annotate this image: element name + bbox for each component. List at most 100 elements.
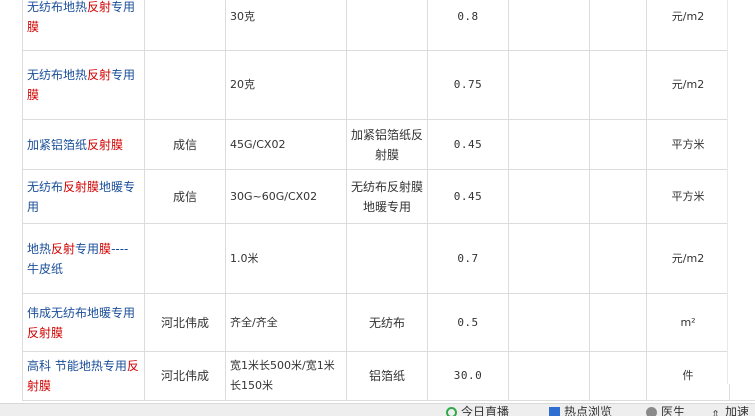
product-name-text: 伟成无纺布地暖专用 (27, 305, 136, 320)
product-name-link[interactable]: 加紧铝箔纸反射膜 (22, 119, 145, 170)
table-row: 加紧铝箔纸反射膜成信45G/CX02加紧铝箔纸反射膜0.45平方米安平 (22, 119, 755, 170)
table-row: 高科 节能地热专用反射膜 河北伟成 宽1米长500米/宽1米长150米 铝箔纸 30.0… (22, 351, 755, 401)
product-name-link[interactable]: 无纺布地热反射专用膜 (22, 0, 145, 51)
product-name-link[interactable]: 地热反射专用膜----牛皮纸 (22, 223, 145, 294)
product-name-highlight: 反射 (51, 241, 76, 256)
spec-cell: 45G/CX02 (225, 119, 347, 170)
empty-cell (589, 223, 647, 294)
material-cell: 无纺布反射膜地暖专用 (346, 169, 428, 224)
product-name-highlight: 膜 (27, 20, 40, 34)
right-edge-strip (727, 0, 755, 384)
spec-cell: 30G~60G/CX02 (225, 169, 347, 224)
product-name-text: 专用 (111, 0, 136, 14)
table-row: 无纺布反射膜地暖专用 成信 30G~60G/CX02 无纺布反射膜地暖专用 0.45 平方… (22, 169, 755, 224)
product-name-text: 无纺布地热 (27, 68, 88, 82)
speed-button[interactable]: ⇕ 加速 (711, 405, 749, 416)
price-cell: 0.45 (427, 119, 509, 170)
empty-cell (589, 169, 647, 224)
empty-cell (589, 50, 647, 120)
table-row: 无纺布地热反射专用膜30克0.8元/m2河北…限责…县） (22, 0, 755, 51)
table-row: 地热反射专用膜----牛皮纸1.0米0.7元/m2河北…限责…县） (22, 223, 755, 294)
product-table: 无纺布地热反射专用膜30克0.8元/m2河北…限责…县）无纺布地热反射专用膜20… (22, 0, 755, 401)
empty-cell (508, 119, 590, 170)
unit-cell: m² (646, 293, 730, 352)
product-name-text: 地暖专 (99, 179, 136, 194)
product-name-link[interactable]: 高科 节能地热专用反射膜 (22, 351, 145, 401)
product-name-link[interactable]: 无纺布反射膜地暖专用 (22, 169, 145, 224)
unit-cell: 元/m2 (646, 50, 730, 120)
unit-cell: 元/m2 (646, 223, 730, 294)
product-name-text: 地热 (27, 241, 52, 256)
brand-cell: 成信 (144, 119, 226, 170)
material-cell (346, 223, 428, 294)
brand-cell: 成信 (144, 169, 226, 224)
empty-cell (508, 0, 590, 51)
empty-cell (508, 351, 590, 401)
material-cell: 加紧铝箔纸反射膜 (346, 119, 428, 170)
product-name-text: 无纺布地热 (27, 0, 88, 14)
empty-cell (589, 351, 647, 401)
product-name-text: 专用 (111, 68, 136, 82)
product-name-highlight: 膜 (111, 137, 124, 152)
page-viewport: 无纺布地热反射专用膜30克0.8元/m2河北…限责…县）无纺布地热反射专用膜20… (0, 0, 755, 416)
product-name-highlight: 反射膜 (63, 179, 100, 194)
spec-cell: 30克 (225, 0, 347, 51)
speed-icon: ⇕ (711, 408, 721, 416)
empty-cell (508, 293, 590, 352)
material-cell (346, 50, 428, 120)
brand-cell (144, 50, 226, 120)
product-name-text: 专用 (75, 241, 100, 256)
table-row: 无纺布地热反射专用膜20克0.75元/m2河北…限责…县） (22, 50, 755, 120)
browser-status-bar: 今日直播 热点浏览 医生 ⇕ 加速 (0, 403, 755, 416)
spec-cell: 1.0米 (225, 223, 347, 294)
price-cell: 0.75 (427, 50, 509, 120)
product-name-highlight: 反射 (87, 137, 112, 152)
empty-cell (508, 169, 590, 224)
spec-cell: 20克 (225, 50, 347, 120)
product-name-link[interactable]: 伟成无纺布地暖专用反射膜 (22, 293, 145, 352)
spec-cell: 齐全/齐全 (225, 293, 347, 352)
product-name-text: 高科 节能地热专用 (27, 359, 127, 373)
price-cell: 0.8 (427, 0, 509, 51)
product-name-highlight: 反射膜 (27, 325, 64, 340)
product-name-link[interactable]: 无纺布地热反射专用膜 (22, 50, 145, 120)
price-cell: 0.7 (427, 223, 509, 294)
empty-cell (508, 50, 590, 120)
product-name-highlight: 反射 (87, 0, 112, 14)
price-cell: 0.5 (427, 293, 509, 352)
material-cell: 无纺布 (346, 293, 428, 352)
live-label: 今日直播 (461, 405, 510, 416)
price-cell: 0.45 (427, 169, 509, 224)
table-row: 伟成无纺布地暖专用反射膜河北伟成齐全/齐全无纺布0.5m²河间 (22, 293, 755, 352)
unit-cell: 平方米 (646, 169, 730, 224)
unit-cell: 件 (646, 351, 730, 401)
product-name-text: 加紧铝箔纸 (27, 137, 88, 152)
brand-cell: 河北伟成 (144, 351, 226, 401)
price-cell: 30.0 (427, 351, 509, 401)
brand-cell: 河北伟成 (144, 293, 226, 352)
brand-cell (144, 223, 226, 294)
doctor-button[interactable]: 医生 (646, 405, 685, 416)
doctor-label: 医生 (661, 405, 686, 416)
product-name-highlight: 膜 (99, 241, 112, 256)
unit-cell: 平方米 (646, 119, 730, 170)
spec-cell: 宽1米长500米/宽1米长150米 (225, 351, 347, 401)
product-name-highlight: 反射 (87, 68, 112, 82)
browse-label: 热点浏览 (564, 405, 613, 416)
material-cell: 铝箔纸 (346, 351, 428, 401)
empty-cell (589, 293, 647, 352)
empty-cell (508, 223, 590, 294)
empty-cell (589, 119, 647, 170)
browse-icon (549, 407, 560, 416)
empty-cell (589, 0, 647, 51)
unit-cell: 元/m2 (646, 0, 730, 51)
live-button[interactable]: 今日直播 (446, 405, 509, 416)
product-name-text: 无纺布 (27, 179, 64, 194)
browse-button[interactable]: 热点浏览 (549, 405, 612, 416)
brand-cell (144, 0, 226, 51)
product-name-highlight: 膜 (27, 88, 40, 102)
product-name-text: 用 (27, 199, 40, 214)
speed-label: 加速 (725, 405, 750, 416)
material-cell (346, 0, 428, 51)
doctor-icon (646, 407, 657, 416)
